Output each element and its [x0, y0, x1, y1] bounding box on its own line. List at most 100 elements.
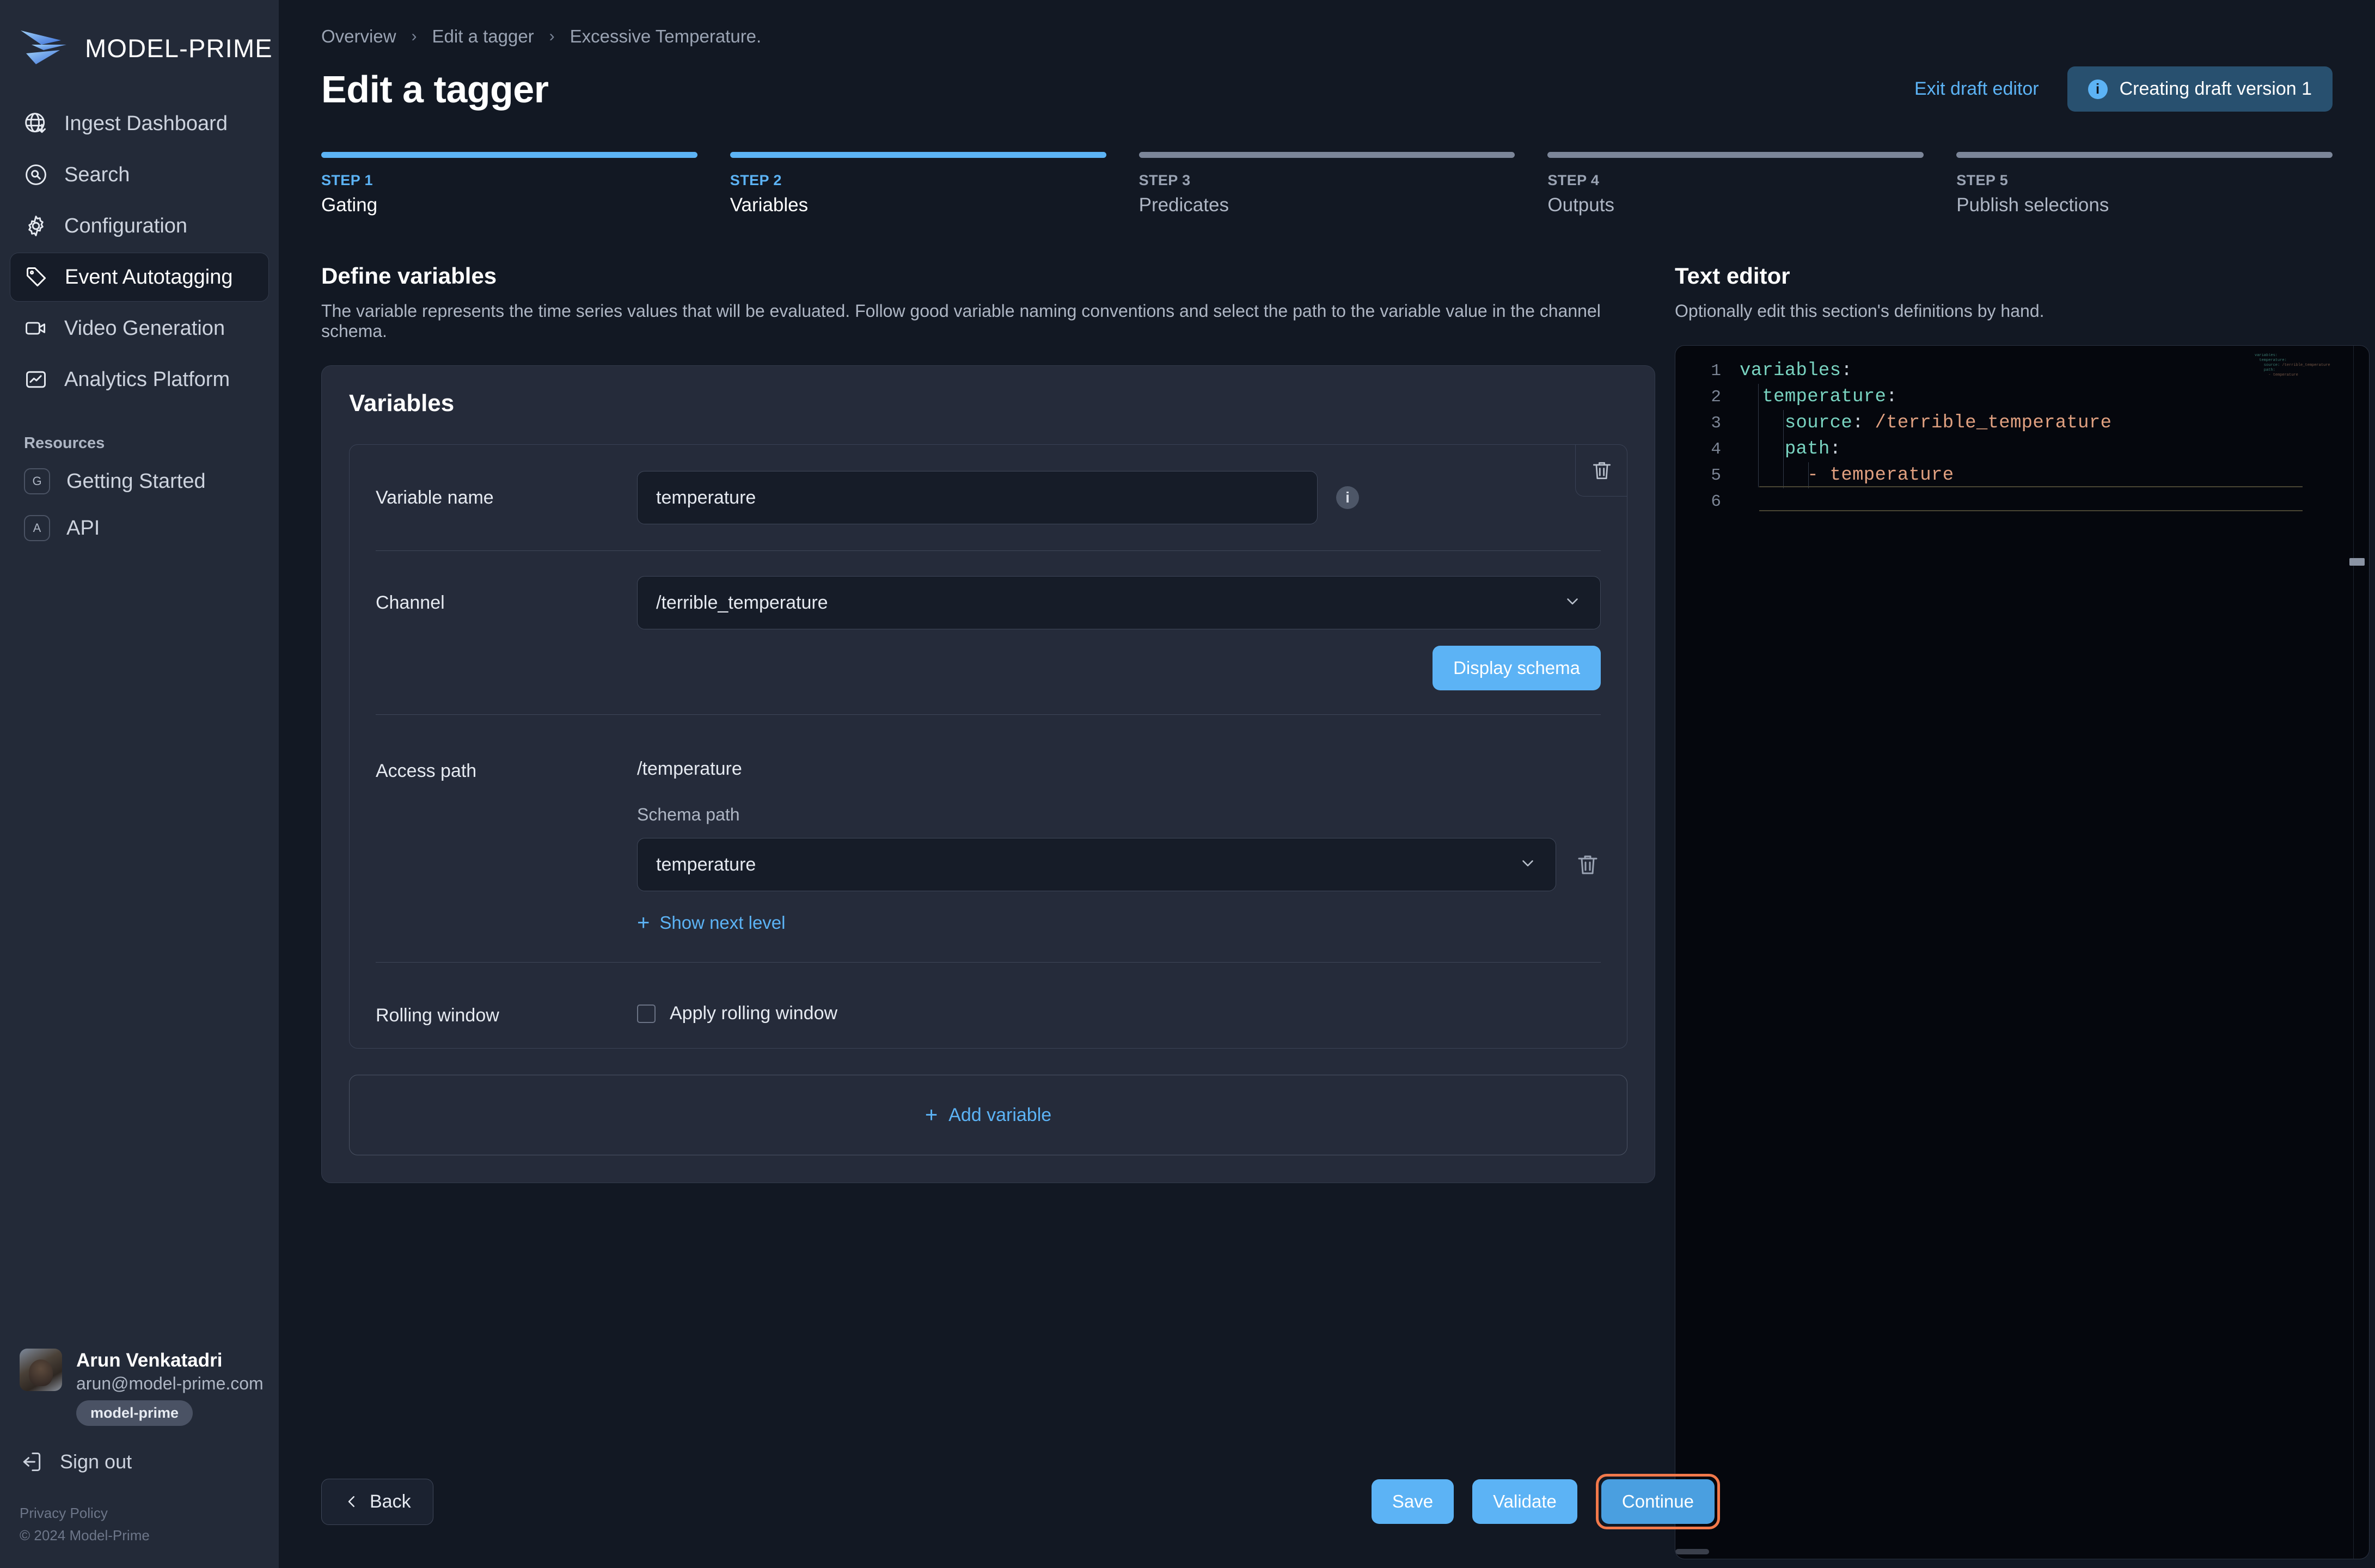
sidebar-item-getting-started[interactable]: G Getting Started [10, 458, 269, 505]
delete-variable-button[interactable] [1575, 444, 1627, 497]
step-name: Publish selections [1956, 194, 2109, 216]
primary-nav: Ingest Dashboard Search Configuration Ev… [0, 99, 279, 404]
step-5-publish-selections[interactable]: STEP 5 Publish selections [1956, 152, 2333, 216]
define-variables-heading: Define variables [321, 263, 497, 289]
add-variable-label: Add variable [948, 1104, 1052, 1125]
code-text: source: /terrible_temperature [1740, 413, 2111, 433]
code-text: temperature: [1740, 387, 1897, 407]
text-editor-description: Optionally edit this section's definitio… [1675, 301, 2045, 321]
brand-name: MODEL-PRIME [85, 33, 273, 63]
line-number: 3 [1711, 413, 1721, 433]
step-progress-bar [1956, 152, 2333, 158]
code-text: - temperature [1740, 465, 1954, 486]
trash-icon [1578, 855, 1597, 874]
user-profile[interactable]: Arun Venkatadri arun@model-prime.com mod… [0, 1349, 279, 1426]
tag-icon [25, 265, 48, 289]
page-header: Edit a tagger Exit draft editor i Creati… [279, 47, 2375, 112]
schema-path-value: temperature [656, 854, 756, 875]
step-3-predicates[interactable]: STEP 3 Predicates [1138, 152, 1515, 216]
continue-button[interactable]: Continue [1601, 1479, 1715, 1524]
org-badge: model-prime [76, 1400, 193, 1426]
editor-minimap[interactable]: variables: temperature: source: /terribl… [2255, 353, 2347, 378]
sidebar-item-search[interactable]: Search [10, 150, 269, 199]
sidebar-item-video-generation[interactable]: Video Generation [10, 304, 269, 353]
step-number: STEP 1 [321, 172, 373, 188]
variable-name-input[interactable]: temperature [637, 471, 1318, 524]
chevron-right-icon: › [549, 27, 555, 45]
chevron-down-icon [1519, 854, 1537, 875]
exit-draft-editor-link[interactable]: Exit draft editor [1914, 78, 2039, 100]
privacy-policy-link[interactable]: Privacy Policy [20, 1502, 279, 1524]
breadcrumb-overview[interactable]: Overview [321, 26, 396, 47]
yaml-key: temperature [1762, 387, 1887, 407]
sidebar-label: Ingest Dashboard [64, 112, 228, 135]
user-name: Arun Venkatadri [76, 1350, 223, 1371]
access-path-label: Access path [376, 761, 477, 781]
sidebar-label: Search [64, 163, 130, 186]
channel-select[interactable]: /terrible_temperature [637, 576, 1601, 629]
sidebar-item-api[interactable]: A API [10, 505, 269, 552]
user-email: arun@model-prime.com [76, 1373, 264, 1393]
rolling-window-row: Rolling window Apply rolling window [350, 963, 1627, 1026]
add-variable-button[interactable]: + Add variable [349, 1075, 1627, 1155]
sidebar-item-ingest-dashboard[interactable]: Ingest Dashboard [10, 99, 269, 148]
yaml-colon: : [1829, 439, 1841, 460]
model-prime-logo-icon [20, 28, 73, 68]
delete-schema-path-button[interactable] [1575, 852, 1601, 878]
brand-logo[interactable]: MODEL-PRIME [0, 0, 279, 76]
channel-value: /terrible_temperature [656, 592, 828, 613]
breadcrumb-edit-a-tagger[interactable]: Edit a tagger [432, 26, 534, 47]
chart-image-icon [24, 367, 48, 391]
save-button[interactable]: Save [1371, 1479, 1454, 1524]
chevron-left-icon [348, 1496, 354, 1507]
step-2-variables[interactable]: STEP 2 Variables [730, 152, 1106, 216]
sign-out-button[interactable]: Sign out [20, 1450, 279, 1474]
step-number: STEP 5 [1956, 172, 2009, 188]
show-next-level-button[interactable]: + Show next level [637, 912, 1601, 934]
draft-version-badge[interactable]: i Creating draft version 1 [2067, 66, 2333, 112]
step-progress-bar [1138, 152, 1515, 158]
main-content: Overview › Edit a tagger › Excessive Tem… [279, 0, 2375, 1568]
info-icon: i [2088, 79, 2108, 99]
step-4-outputs[interactable]: STEP 4 Outputs [1547, 152, 1924, 216]
sidebar-label: Event Autotagging [65, 265, 233, 289]
sidebar-label: Analytics Platform [64, 367, 230, 391]
variable-card: Variable name temperature i Channel /ter… [349, 444, 1627, 1049]
sidebar-label: Configuration [64, 214, 188, 237]
sidebar-item-configuration[interactable]: Configuration [10, 201, 269, 250]
apply-rolling-window-checkbox[interactable] [637, 1004, 656, 1023]
display-schema-button[interactable]: Display schema [1433, 646, 1601, 690]
footer-actions: Back Save Validate Continue [279, 1465, 2375, 1568]
code-text: path: [1740, 439, 1841, 460]
code-line: 4 path: [1675, 436, 2369, 462]
back-label: Back [370, 1491, 411, 1512]
yaml-code-editor[interactable]: 1 variables: 2 temperature: 3 source: /t… [1675, 345, 2370, 1559]
variables-panel: Variables Variable name temperature i Ch… [321, 365, 1655, 1183]
yaml-value: /terrible_temperature [1875, 413, 2112, 433]
variable-name-info-icon[interactable]: i [1336, 486, 1359, 509]
sign-out-icon [20, 1450, 44, 1474]
channel-row: Channel /terrible_temperature Display sc… [350, 551, 1627, 690]
schema-path-select[interactable]: temperature [637, 838, 1556, 891]
back-button[interactable]: Back [321, 1478, 433, 1525]
line-number: 2 [1711, 387, 1721, 407]
text-editor-column: Text editor Optionally edit this section… [1675, 263, 2375, 1559]
validate-button[interactable]: Validate [1472, 1479, 1577, 1524]
variables-panel-heading: Variables [349, 390, 455, 416]
sidebar-label: Video Generation [64, 316, 225, 340]
content-columns: Define variables The variable represents… [279, 216, 2375, 1559]
step-number: STEP 4 [1547, 172, 1600, 188]
header-actions: Exit draft editor i Creating draft versi… [1914, 66, 2333, 112]
sidebar-item-analytics-platform[interactable]: Analytics Platform [10, 355, 269, 404]
rolling-window-label: Rolling window [376, 1005, 499, 1026]
resources-heading: Resources [24, 434, 105, 452]
yaml-colon: : [1886, 387, 1897, 407]
sidebar-item-event-autotagging[interactable]: Event Autotagging [10, 253, 269, 302]
continue-button-highlight: Continue [1595, 1474, 1720, 1529]
sidebar: MODEL-PRIME Ingest Dashboard Search Conf… [0, 0, 279, 1568]
step-1-gating[interactable]: STEP 1 Gating [321, 152, 697, 216]
step-name: Predicates [1138, 194, 1229, 216]
schema-path-label: Schema path [637, 805, 740, 824]
draft-version-label: Creating draft version 1 [2119, 78, 2312, 99]
editor-vertical-scrollbar[interactable] [2349, 558, 2365, 566]
